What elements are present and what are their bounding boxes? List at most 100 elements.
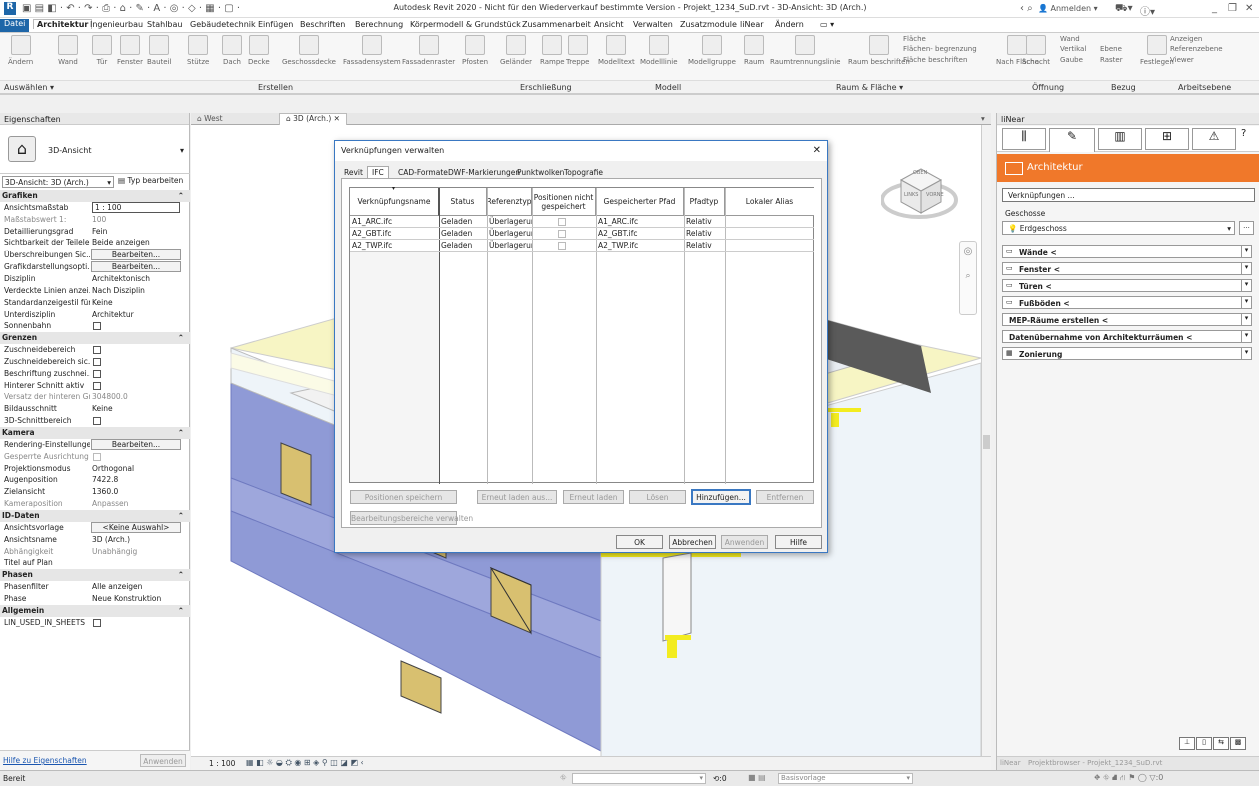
chevron-down-icon[interactable]: ▾ [1241, 331, 1251, 342]
property-value[interactable]: 3D (Arch.) [92, 535, 180, 544]
tab-koerpermodell[interactable]: Körpermodell & Grundstück [410, 20, 521, 29]
ribbon-button-7[interactable]: Decke [248, 35, 270, 66]
property-checkbox[interactable] [93, 369, 101, 378]
workset-select[interactable]: ▾ [572, 773, 706, 784]
manage-worksets-button[interactable]: Bearbeitungsbereiche verwalten [350, 511, 473, 525]
tab-ansicht[interactable]: Ansicht [594, 20, 624, 29]
tab-datei[interactable]: Datei [0, 19, 30, 32]
ribbon-button-32[interactable]: Anzeigen [1170, 35, 1202, 43]
ribbon-button-26[interactable]: Wand [1060, 35, 1080, 43]
selection-icons[interactable]: ⛖ ⛗ ⛘ ⛙ ⚑ ◯ ▽:0 [1094, 773, 1163, 783]
tab-ingenieurbau[interactable]: Ingenieurbau [90, 20, 143, 29]
property-value[interactable]: Alle anzeigen [92, 582, 180, 591]
ribbon-button-23[interactable]: Fläche beschriften [903, 56, 967, 64]
viewcube-left[interactable]: LINKS [904, 192, 918, 198]
chevron-down-icon[interactable]: ▾ [180, 146, 184, 155]
property-value[interactable]: Architektur [92, 310, 180, 319]
tab-beschriften[interactable]: Beschriften [300, 20, 345, 29]
table-cell-alias[interactable] [725, 228, 814, 240]
linear-item[interactable]: ▭ Wände < ▾ [1002, 245, 1252, 258]
linear-item[interactable]: ▭ Türen < ▾ [1002, 279, 1252, 292]
ribbon-button-25[interactable]: Schacht [1022, 35, 1050, 66]
property-value[interactable]: Keine [92, 404, 180, 413]
minimize-icon[interactable]: _ [1212, 3, 1217, 14]
property-checkbox[interactable] [93, 322, 101, 331]
sliders-icon[interactable]: ⫼ [1002, 128, 1046, 150]
table-cell-alias[interactable] [725, 240, 814, 252]
ribbon-button-31[interactable]: Festlegen [1140, 35, 1174, 66]
property-edit-button[interactable]: Bearbeiten... [91, 261, 181, 273]
col-header-positions[interactable]: Positionen nicht gespeichert [532, 188, 596, 216]
property-section[interactable]: Kamera ⌃ [0, 427, 190, 439]
property-section[interactable]: Allgemein ⌃ [0, 604, 190, 617]
chevron-down-icon[interactable]: ▾ [1241, 246, 1251, 257]
positions-checkbox[interactable] [558, 230, 566, 238]
property-section[interactable]: Phasen ⌃ [0, 569, 190, 582]
reload-button[interactable]: Erneut laden [563, 490, 624, 504]
property-value[interactable]: Anpassen [92, 499, 180, 508]
property-checkbox[interactable] [93, 381, 101, 390]
signin-link[interactable]: 👤 Anmelden ▾ [1038, 4, 1098, 13]
warning-icon[interactable]: ⚠ [1192, 128, 1236, 150]
property-value[interactable]: Neue Konstruktion [92, 594, 180, 603]
linear-item[interactable]: ▭ Fenster < ▾ [1002, 262, 1252, 275]
property-section[interactable]: ID-Daten ⌃ [0, 509, 190, 522]
property-value[interactable]: Orthogonal [92, 464, 180, 473]
col-header-pathtype[interactable]: Pfadtyp [684, 188, 725, 216]
viewcube-top[interactable]: OBEN [913, 170, 927, 176]
property-value[interactable]: Beide anzeigen [92, 238, 180, 247]
ribbon-button-15[interactable]: Modelltext [598, 35, 635, 66]
table-cell-status[interactable]: Geladen [439, 228, 487, 240]
collapse-icon[interactable]: ⌃ [178, 333, 184, 342]
ribbon-button-19[interactable]: Raumtrennungslinie [770, 35, 840, 66]
scrollbar-thumb[interactable] [983, 435, 990, 449]
ribbon-button-11[interactable]: Pfosten [462, 35, 488, 66]
table-cell-name[interactable]: A1_ARC.ifc [350, 216, 439, 228]
collapse-icon[interactable]: ⌃ [178, 191, 184, 200]
cart-icon[interactable]: ⛟▾ [1115, 3, 1133, 16]
apply-properties-button[interactable]: Anwenden [140, 754, 186, 767]
dialog-tab-revit[interactable]: Revit [344, 168, 363, 177]
table-cell-path[interactable]: A2_TWP.ifc [596, 240, 684, 252]
ribbon-button-22[interactable]: Flächen- begrenzung [903, 45, 977, 53]
ribbon-button-20[interactable]: Raum beschriften [848, 35, 910, 66]
property-value[interactable]: 1 : 100 [92, 201, 180, 213]
property-value[interactable]: Keine [92, 298, 180, 307]
dialog-tab-dwf[interactable]: DWF-Markierungen [448, 168, 520, 177]
steering-wheel-icon[interactable]: ◎ [960, 246, 976, 257]
table-cell-ref[interactable]: Überlagerun [487, 240, 532, 252]
property-value[interactable]: Fein [92, 227, 180, 236]
revit-logo-icon[interactable]: R [4, 2, 16, 15]
table-cell-alias[interactable] [725, 216, 814, 228]
property-edit-button[interactable]: Bearbeiten... [91, 249, 181, 261]
close-window-icon[interactable]: ✕ [1245, 3, 1253, 14]
group-raum-flaeche[interactable]: Raum & Fläche ▾ [836, 83, 903, 92]
pencil-icon[interactable]: ✎ [1049, 128, 1095, 152]
vertical-scrollbar[interactable] [981, 125, 991, 756]
tab-linear-panel[interactable]: liNear [1000, 759, 1021, 767]
tab-zusatzmodule[interactable]: Zusatzmodule [680, 20, 737, 29]
quick-access-toolbar-icons[interactable]: ▣ ▤ ◧ · ↶ · ↷ · ⎙ · ⌂ · ✎ · A · ◎ · ◇ · … [22, 3, 240, 14]
view-scale[interactable]: 1 : 100 [209, 759, 235, 768]
zoom-icon[interactable]: ⌕ [960, 271, 976, 281]
type-selector[interactable]: ⌂ 3D-Ansicht ▾ [0, 126, 190, 174]
add-link-button[interactable]: Hinzufügen... [691, 489, 751, 505]
restore-icon[interactable]: ❐ [1228, 3, 1237, 14]
navigation-bar[interactable]: ◎ ⌕ [959, 241, 977, 315]
table-cell-ptype[interactable]: Relativ [684, 216, 725, 228]
ribbon-button-13[interactable]: Rampe [540, 35, 565, 66]
property-value[interactable]: 1360.0 [92, 487, 180, 496]
ribbon-button-10[interactable]: Fassadenraster [402, 35, 455, 66]
ribbon-button-33[interactable]: Referenzebene [1170, 45, 1223, 53]
table-cell-ref[interactable]: Überlagerun [487, 216, 532, 228]
search-binoculars-icon[interactable]: ‹ ⌕ [1020, 3, 1033, 14]
ribbon-button-29[interactable]: Ebene [1100, 45, 1122, 53]
tabs-dropdown-icon[interactable]: ▾ [981, 114, 985, 123]
view-tab-west[interactable]: ⌂ West [197, 114, 223, 123]
linear-item[interactable]: MEP-Räume erstellen < ▾ [1002, 313, 1252, 326]
tab-aendern[interactable]: Ändern [775, 20, 804, 29]
col-header-path[interactable]: Gespeicherter Pfad [596, 188, 684, 216]
property-checkbox[interactable] [93, 417, 101, 426]
ribbon-button-14[interactable]: Treppe [566, 35, 589, 66]
property-checkbox[interactable] [93, 357, 101, 366]
